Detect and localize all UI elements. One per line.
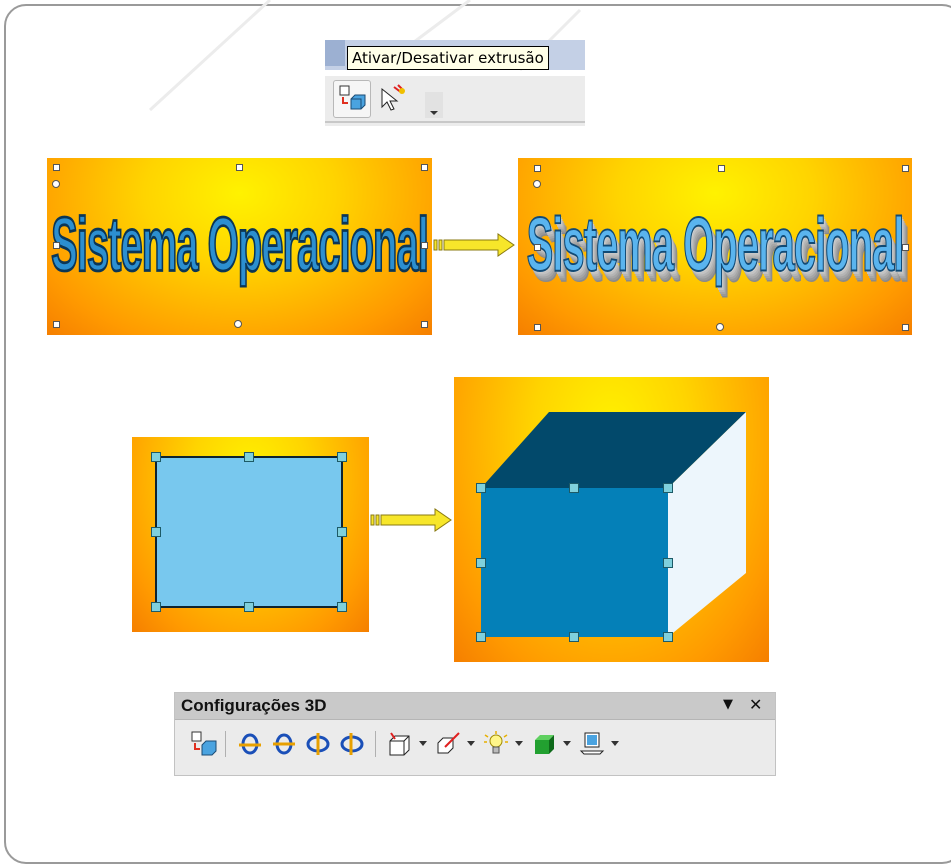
extruded-cube[interactable] xyxy=(454,377,769,662)
selection-handle[interactable] xyxy=(151,527,161,537)
control-handle[interactable] xyxy=(533,180,541,188)
selection-handle[interactable] xyxy=(663,632,673,642)
direction-button[interactable] xyxy=(433,729,463,759)
lighting-icon xyxy=(484,731,508,754)
toolbar-titlebar[interactable]: Configurações 3D ▼ ✕ xyxy=(175,693,775,720)
selection-handle[interactable] xyxy=(663,483,673,493)
flat-shape-panel xyxy=(132,437,369,632)
selection-handle[interactable] xyxy=(244,452,254,462)
selection-handle[interactable] xyxy=(534,324,541,331)
fontwork-flat-panel: Sistema Operacional xyxy=(47,158,432,335)
selection-handle[interactable] xyxy=(337,527,347,537)
tilt-left-button[interactable] xyxy=(303,729,333,759)
transform-arrow xyxy=(433,233,515,257)
tooltip: Ativar/Desativar extrusão xyxy=(347,46,549,70)
lighting-button[interactable] xyxy=(481,729,511,759)
lighting-dropdown-arrow[interactable] xyxy=(515,741,523,746)
control-handle[interactable] xyxy=(234,320,242,328)
selection-handle[interactable] xyxy=(421,164,428,171)
selection-handle[interactable] xyxy=(476,483,486,493)
selection-handle[interactable] xyxy=(421,242,428,249)
selection-handle[interactable] xyxy=(663,558,673,568)
selection-handle[interactable] xyxy=(244,602,254,612)
fontwork-text-flat: Sistema Operacional xyxy=(50,202,429,288)
selection-handle[interactable] xyxy=(569,632,579,642)
surface-dropdown-arrow[interactable] xyxy=(563,741,571,746)
depth-button[interactable] xyxy=(385,729,415,759)
selection-handle[interactable] xyxy=(337,452,347,462)
tilt-right-icon xyxy=(340,733,364,755)
selection-handle[interactable] xyxy=(569,483,579,493)
tilt-down-icon xyxy=(239,733,261,755)
tilt-up-button[interactable] xyxy=(269,729,299,759)
selection-handle[interactable] xyxy=(151,452,161,462)
selection-handle[interactable] xyxy=(53,242,60,249)
selection-handle[interactable] xyxy=(53,321,60,328)
depth-icon xyxy=(389,732,410,756)
selection-handle[interactable] xyxy=(534,244,541,251)
fontwork-text-3d: Sistema Operacional xyxy=(526,203,905,289)
selection-handle[interactable] xyxy=(337,602,347,612)
selection-handle[interactable] xyxy=(476,632,486,642)
fontwork-3d-panel: Sistema Operacional xyxy=(518,158,912,335)
selection-handle[interactable] xyxy=(151,602,161,612)
surface-button[interactable] xyxy=(529,729,559,759)
3d-color-button[interactable] xyxy=(577,729,607,759)
tilt-up-icon xyxy=(273,733,295,755)
close-icon[interactable]: ✕ xyxy=(749,695,762,714)
3d-color-icon xyxy=(579,732,605,755)
control-handle[interactable] xyxy=(52,180,60,188)
cube-panel xyxy=(454,377,769,662)
selection-handle[interactable] xyxy=(421,321,428,328)
tilt-right-button[interactable] xyxy=(337,729,367,759)
toolbar-title: Configurações 3D xyxy=(181,696,327,715)
selection-handle[interactable] xyxy=(534,165,541,172)
selection-handle[interactable] xyxy=(902,324,909,331)
selection-handle[interactable] xyxy=(53,164,60,171)
toggle-extrusion-button[interactable] xyxy=(189,729,219,759)
surface-icon xyxy=(535,735,554,754)
settings-3d-toolbar: Configurações 3D ▼ ✕ xyxy=(174,692,776,776)
toolbar-menu-icon[interactable]: ▼ xyxy=(723,697,733,712)
selection-handle[interactable] xyxy=(476,558,486,568)
tilt-left-icon xyxy=(306,733,330,755)
selection-handle[interactable] xyxy=(902,244,909,251)
selection-handle[interactable] xyxy=(718,165,725,172)
3d-color-dropdown-arrow[interactable] xyxy=(611,741,619,746)
control-handle[interactable] xyxy=(716,323,724,331)
tilt-down-button[interactable] xyxy=(235,729,265,759)
toggle-extrusion-icon xyxy=(191,731,217,756)
depth-dropdown-arrow[interactable] xyxy=(419,741,427,746)
direction-dropdown-arrow[interactable] xyxy=(467,741,475,746)
selection-handle[interactable] xyxy=(902,165,909,172)
transform-arrow xyxy=(370,508,452,532)
selection-handle[interactable] xyxy=(236,164,243,171)
direction-icon xyxy=(437,732,460,754)
